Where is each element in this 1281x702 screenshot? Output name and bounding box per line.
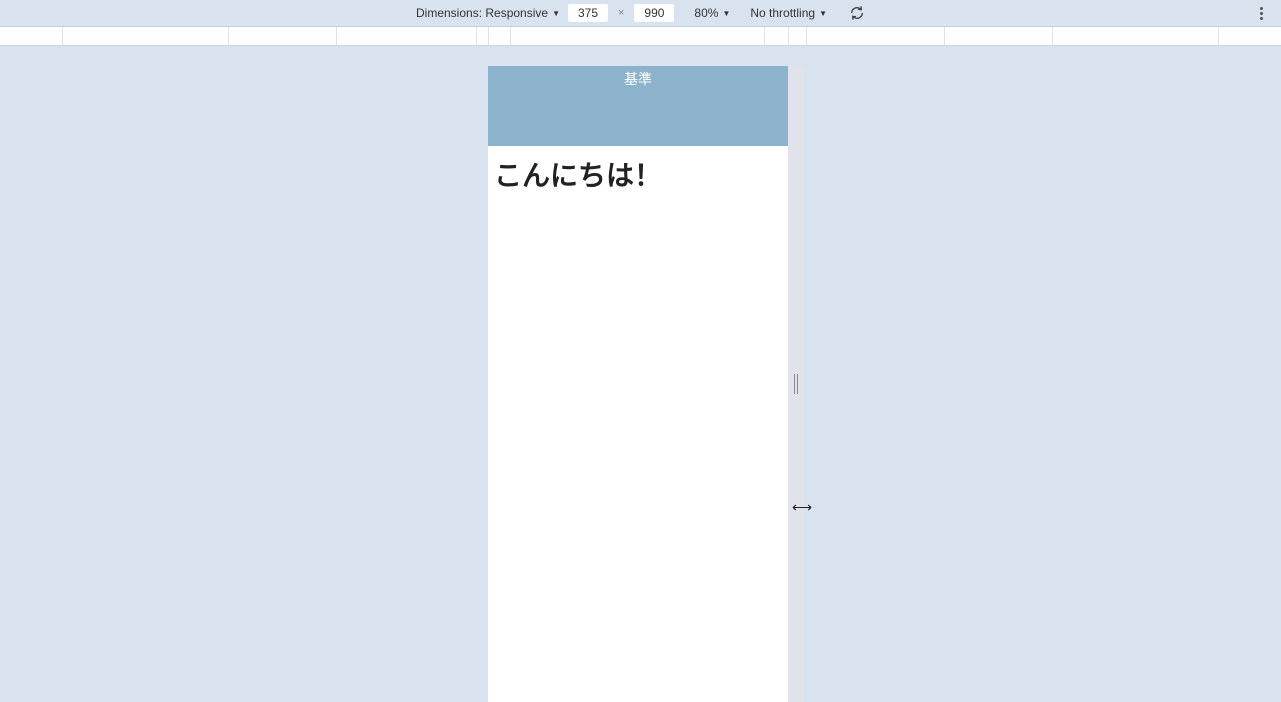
zoom-dropdown[interactable]: 80% ▼ xyxy=(694,6,730,20)
ruler-tick xyxy=(488,27,489,45)
dot-icon xyxy=(1260,7,1263,10)
toolbar-controls: Dimensions: Responsive ▼ × 80% ▼ No thro… xyxy=(416,4,865,22)
chevron-down-icon: ▼ xyxy=(552,9,560,18)
throttle-dropdown[interactable]: No throttling ▼ xyxy=(750,6,827,20)
page-header-title: 基準 xyxy=(624,71,652,87)
ruler-tick xyxy=(228,27,229,45)
ruler-tick xyxy=(764,27,765,45)
width-input[interactable] xyxy=(568,4,608,22)
rotate-button[interactable] xyxy=(849,5,865,21)
chevron-down-icon: ▼ xyxy=(819,9,827,18)
resize-handle-right[interactable] xyxy=(788,66,804,702)
page-content: こんにちは！ xyxy=(488,146,788,202)
breakpoint-ruler[interactable] xyxy=(0,27,1281,46)
rotate-icon xyxy=(849,5,865,21)
page-heading: こんにちは！ xyxy=(494,160,662,191)
device-frame: 基準 こんにちは！ xyxy=(488,66,788,702)
dot-icon xyxy=(1260,17,1263,20)
height-input[interactable] xyxy=(634,4,674,22)
more-options-button[interactable] xyxy=(1260,5,1263,21)
grip-icon xyxy=(794,374,798,394)
ruler-tick xyxy=(1052,27,1053,45)
ruler-tick xyxy=(336,27,337,45)
ruler-tick xyxy=(1218,27,1219,45)
ruler-tick xyxy=(806,27,807,45)
dimensions-dropdown[interactable]: Dimensions: Responsive ▼ xyxy=(416,6,560,20)
ruler-tick xyxy=(788,27,789,45)
dot-icon xyxy=(1260,12,1263,15)
dimension-separator: × xyxy=(618,7,624,19)
ruler-tick xyxy=(944,27,945,45)
chevron-down-icon: ▼ xyxy=(722,9,730,18)
dimensions-label: Dimensions: Responsive xyxy=(416,6,548,20)
device-toolbar: Dimensions: Responsive ▼ × 80% ▼ No thro… xyxy=(0,0,1281,27)
ruler-tick xyxy=(476,27,477,45)
device-viewport-area: 基準 こんにちは！ ⟷ xyxy=(0,46,1281,702)
zoom-label: 80% xyxy=(694,6,718,20)
ruler-tick xyxy=(510,27,511,45)
throttle-label: No throttling xyxy=(750,6,815,20)
ruler-tick xyxy=(62,27,63,45)
page-header: 基準 xyxy=(488,66,788,146)
